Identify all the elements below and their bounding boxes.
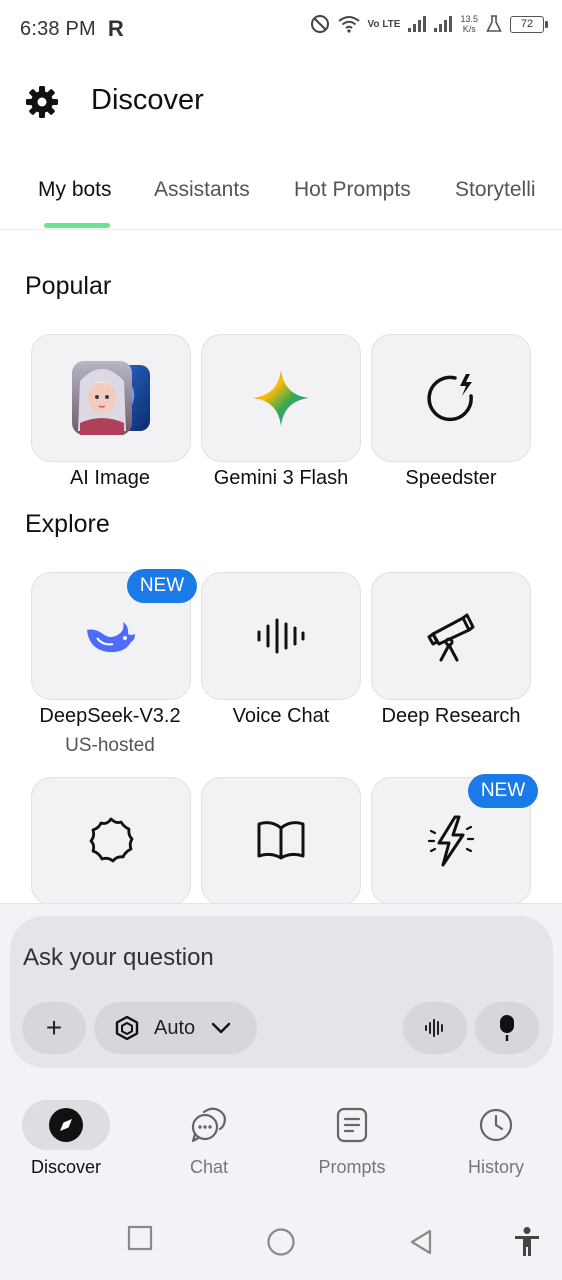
nav-prompts-icon-wrap: [308, 1100, 396, 1150]
hexagon-icon: [115, 1015, 139, 1041]
bot-card-deep-research[interactable]: [371, 572, 531, 700]
microphone-button[interactable]: [475, 1002, 539, 1054]
status-time: 6:38 PM: [20, 17, 96, 40]
section-title-explore: Explore: [25, 510, 110, 538]
carrier-glyph: R: [107, 16, 124, 41]
microphone-icon: [500, 1015, 514, 1041]
compass-icon: [49, 1108, 83, 1142]
chevron-down-icon: [211, 1022, 231, 1034]
nav-prompts[interactable]: Prompts: [292, 1100, 412, 1180]
back-button[interactable]: [408, 1228, 434, 1256]
bot-card-speedster[interactable]: [371, 334, 531, 462]
nav-label-history: History: [467, 1157, 524, 1177]
signal-icon: [408, 16, 427, 32]
nav-discover-icon-wrap: [22, 1100, 110, 1150]
network-speed: 13.5 K/s: [460, 14, 478, 34]
nav-discover[interactable]: Discover: [6, 1100, 126, 1180]
nav-chat-icon-wrap: [165, 1100, 253, 1150]
tab-assistants[interactable]: Assistants: [154, 178, 250, 202]
signal-icon-2: [434, 16, 453, 32]
badge-shape-icon: [89, 817, 134, 863]
page-title: Discover: [91, 84, 204, 116]
telescope-icon: [427, 613, 475, 662]
active-tab-indicator: [44, 223, 110, 228]
bot-card-ai-image[interactable]: [31, 334, 191, 462]
new-badge: NEW: [127, 569, 197, 603]
speedster-icon: [427, 374, 473, 422]
nav-history-icon-wrap: [452, 1100, 540, 1150]
question-input[interactable]: Ask your question: [23, 944, 214, 972]
tab-my-bots[interactable]: My bots: [38, 178, 112, 202]
nav-label-discover: Discover: [30, 1157, 101, 1177]
bot-card-book[interactable]: [201, 777, 361, 905]
bot-label-ai-image: AI Image: [69, 467, 151, 489]
model-selector-button[interactable]: Auto: [94, 1002, 257, 1054]
gemini-sparkle-icon: [253, 370, 309, 426]
gear-icon[interactable]: [24, 84, 60, 120]
bot-label-voice-chat: Voice Chat: [232, 705, 330, 727]
accessibility-icon[interactable]: [513, 1226, 541, 1258]
voice-mode-button[interactable]: [403, 1002, 467, 1054]
model-label: Auto: [154, 1016, 196, 1039]
home-button[interactable]: [266, 1227, 296, 1257]
bot-label-deep-research: Deep Research: [381, 705, 521, 727]
deepseek-whale-icon: [87, 622, 135, 653]
waveform-icon-small: [425, 1019, 443, 1037]
nav-label-chat: Chat: [189, 1157, 229, 1177]
status-icons: Vo LTE 13.5 K/s 72: [310, 14, 548, 34]
bot-card-custom-bot[interactable]: [31, 777, 191, 905]
question-composer: [10, 916, 553, 1068]
nav-history[interactable]: History: [436, 1100, 556, 1180]
nav-label-prompts: Prompts: [318, 1157, 386, 1177]
bot-label-deepseek: DeepSeek-V3.2: [39, 705, 181, 727]
tab-hot-prompts[interactable]: Hot Prompts: [294, 178, 411, 202]
document-icon: [336, 1107, 368, 1143]
plus-icon: +: [45, 1012, 63, 1043]
recent-apps-button[interactable]: [127, 1225, 153, 1251]
tab-storytelling[interactable]: Storytelli: [455, 178, 536, 202]
flask-icon: [486, 15, 502, 32]
book-icon: [257, 821, 305, 860]
ai-image-thumbnail: [72, 361, 150, 435]
new-badge-2: NEW: [468, 774, 538, 808]
nav-chat[interactable]: Chat: [149, 1100, 269, 1180]
battery-indicator: 72: [510, 15, 548, 33]
wifi-icon: [337, 16, 360, 33]
chat-bubbles-icon: [191, 1107, 226, 1143]
waveform-icon: [257, 618, 305, 654]
do-not-disturb-icon: [310, 15, 329, 33]
section-title-popular: Popular: [25, 272, 112, 300]
add-attachment-button[interactable]: +: [22, 1002, 86, 1054]
volte-indicator: Vo LTE: [367, 18, 401, 30]
app-header: Discover: [0, 72, 562, 132]
lightning-icon: [427, 815, 475, 867]
bot-card-voice-chat[interactable]: [201, 572, 361, 700]
bot-sublabel-deepseek: US-hosted: [65, 735, 155, 756]
category-tabs: My bots Assistants Hot Prompts Storytell…: [0, 168, 562, 230]
bot-label-gemini: Gemini 3 Flash: [213, 467, 349, 489]
clock-icon: [479, 1108, 513, 1142]
bot-label-speedster: Speedster: [405, 467, 497, 489]
bot-card-gemini[interactable]: [201, 334, 361, 462]
